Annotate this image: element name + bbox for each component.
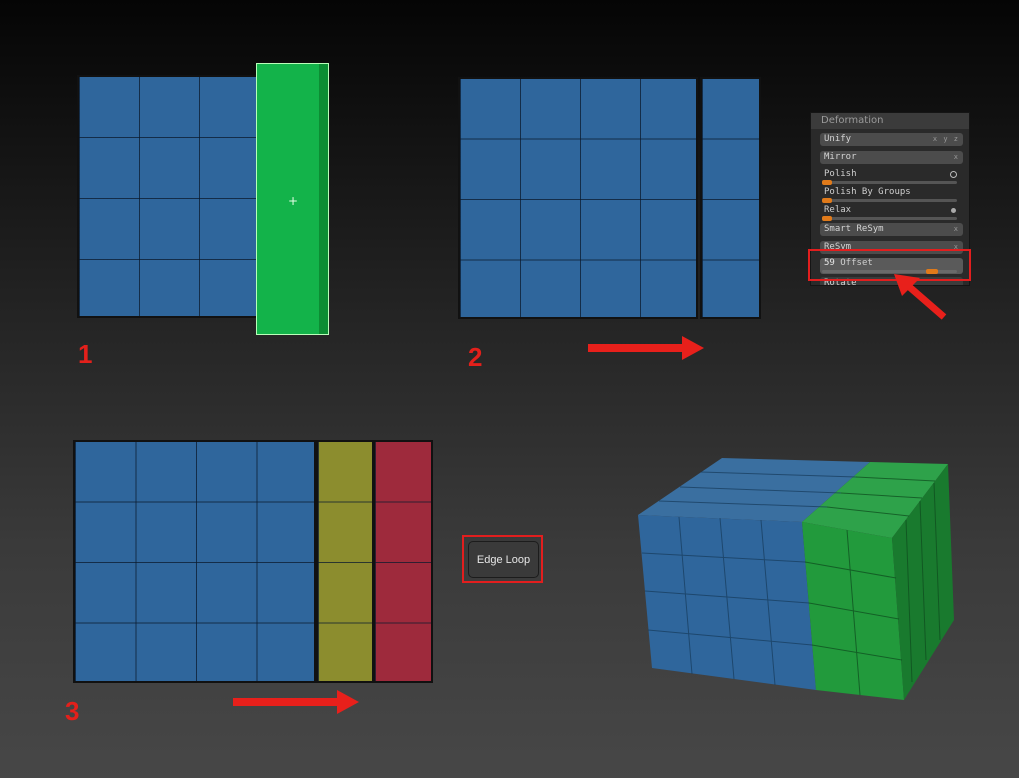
step3-polygroup-crimson [373,440,433,683]
radio-dot-icon[interactable] [951,208,956,213]
pointer-arrow-icon [894,274,947,320]
slider-track [822,181,957,184]
arrow-right-icon [233,690,359,714]
move-cursor-icon: + [288,194,299,208]
axis-flags-icon[interactable]: x y z [933,133,959,146]
slider-track [822,217,957,220]
slider-knob[interactable] [822,180,832,185]
unify-button[interactable]: Unify x y z [820,133,963,146]
step-number-2: 2 [468,342,483,372]
extruded-cube-render [638,458,954,700]
polish-by-groups-label: Polish By Groups [824,187,911,197]
polish-by-groups-slider[interactable]: Polish By Groups [820,187,963,203]
step3-polygroup-olive [316,440,374,683]
slider-knob[interactable] [822,198,832,203]
step2-mesh-grid-right [700,77,761,319]
smart-resym-button[interactable]: Smart ReSym x [820,223,963,236]
panel-title: Deformation [811,113,969,129]
axis-flags-icon[interactable]: x [954,223,959,236]
slider-track [822,199,957,202]
polish-label: Polish [824,169,857,179]
relax-slider[interactable]: Relax [820,205,963,221]
polish-slider[interactable]: Polish [820,169,963,185]
mask-shadow-edge [319,64,328,334]
mirror-button[interactable]: Mirror x [820,151,963,164]
unify-label: Unify [824,134,852,144]
step3-mesh-grid [73,440,316,683]
step-number-3: 3 [65,696,80,726]
slider-knob[interactable] [822,216,832,221]
mirror-label: Mirror [824,152,857,162]
arrow-right-icon [588,336,704,360]
relax-label: Relax [824,205,852,215]
smart-resym-label: Smart ReSym [824,224,884,234]
step1-mask-selection: + [256,63,329,335]
radio-outline-icon[interactable] [950,171,957,178]
edge-loop-button[interactable]: Edge Loop [468,541,539,578]
axis-flags-icon[interactable]: x [954,151,959,164]
step2-mesh-grid-left [458,77,698,319]
step-number-1: 1 [78,339,93,369]
